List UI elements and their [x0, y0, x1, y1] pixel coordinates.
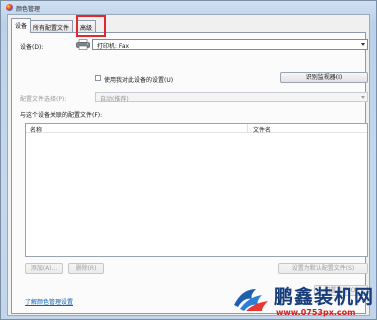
window-title: 颜色管理 — [16, 6, 41, 13]
watermark-logo-icon — [234, 289, 268, 311]
set-default-profile-button[interactable]: 设置为默认配置文件(S) — [278, 263, 368, 274]
profile-selection-value: 自动(推荐) — [100, 96, 129, 103]
site-watermark: 鹏鑫装机网 www.0753px.com — [232, 281, 377, 320]
color-management-icon — [6, 4, 13, 11]
device-label: 设备(D): — [20, 44, 44, 51]
advanced-tab-highlight — [76, 15, 106, 37]
tab-all-profiles[interactable]: 所有配置文件 — [29, 20, 74, 32]
column-filename[interactable]: 文件名 — [253, 125, 271, 134]
printer-icon — [76, 39, 90, 50]
column-name[interactable]: 名称 — [30, 125, 42, 134]
color-management-window: 颜色管理 设备 所有配置文件 高级 设备(D): 打印机: Fax 使用我对此设… — [0, 0, 377, 320]
associated-profiles-list[interactable]: 名称 文件名 — [25, 123, 368, 257]
chevron-down-icon — [361, 96, 365, 99]
identify-monitors-button[interactable]: 识别监视器(I) — [280, 72, 368, 83]
chevron-down-icon — [361, 43, 365, 46]
remove-button[interactable]: 删除(R) — [68, 263, 104, 274]
device-selected-value: 打印机: Fax — [97, 43, 130, 50]
learn-color-management-link[interactable]: 了解颜色管理设置 — [25, 297, 73, 306]
profile-selection-label: 配置文件选择(P): — [20, 96, 67, 103]
associated-profiles-label: 与这个设备关联的配置文件(F): — [20, 112, 103, 119]
device-dropdown[interactable]: 打印机: Fax — [92, 39, 368, 50]
dialog-client-area: 设备 所有配置文件 高级 设备(D): 打印机: Fax 使用我对此设备的设置(… — [7, 14, 370, 316]
profile-selection-dropdown[interactable]: 自动(推荐) — [95, 92, 368, 103]
tab-devices[interactable]: 设备 — [11, 18, 32, 33]
use-my-settings-checkbox[interactable] — [95, 75, 101, 81]
add-button[interactable]: 添加(A)... — [25, 263, 63, 274]
list-header: 名称 文件名 — [26, 124, 367, 134]
title-bar[interactable]: 颜色管理 — [1, 1, 376, 15]
use-my-settings-label[interactable]: 使用我对此设备的设置(U) — [104, 75, 173, 84]
column-divider[interactable] — [247, 124, 248, 133]
